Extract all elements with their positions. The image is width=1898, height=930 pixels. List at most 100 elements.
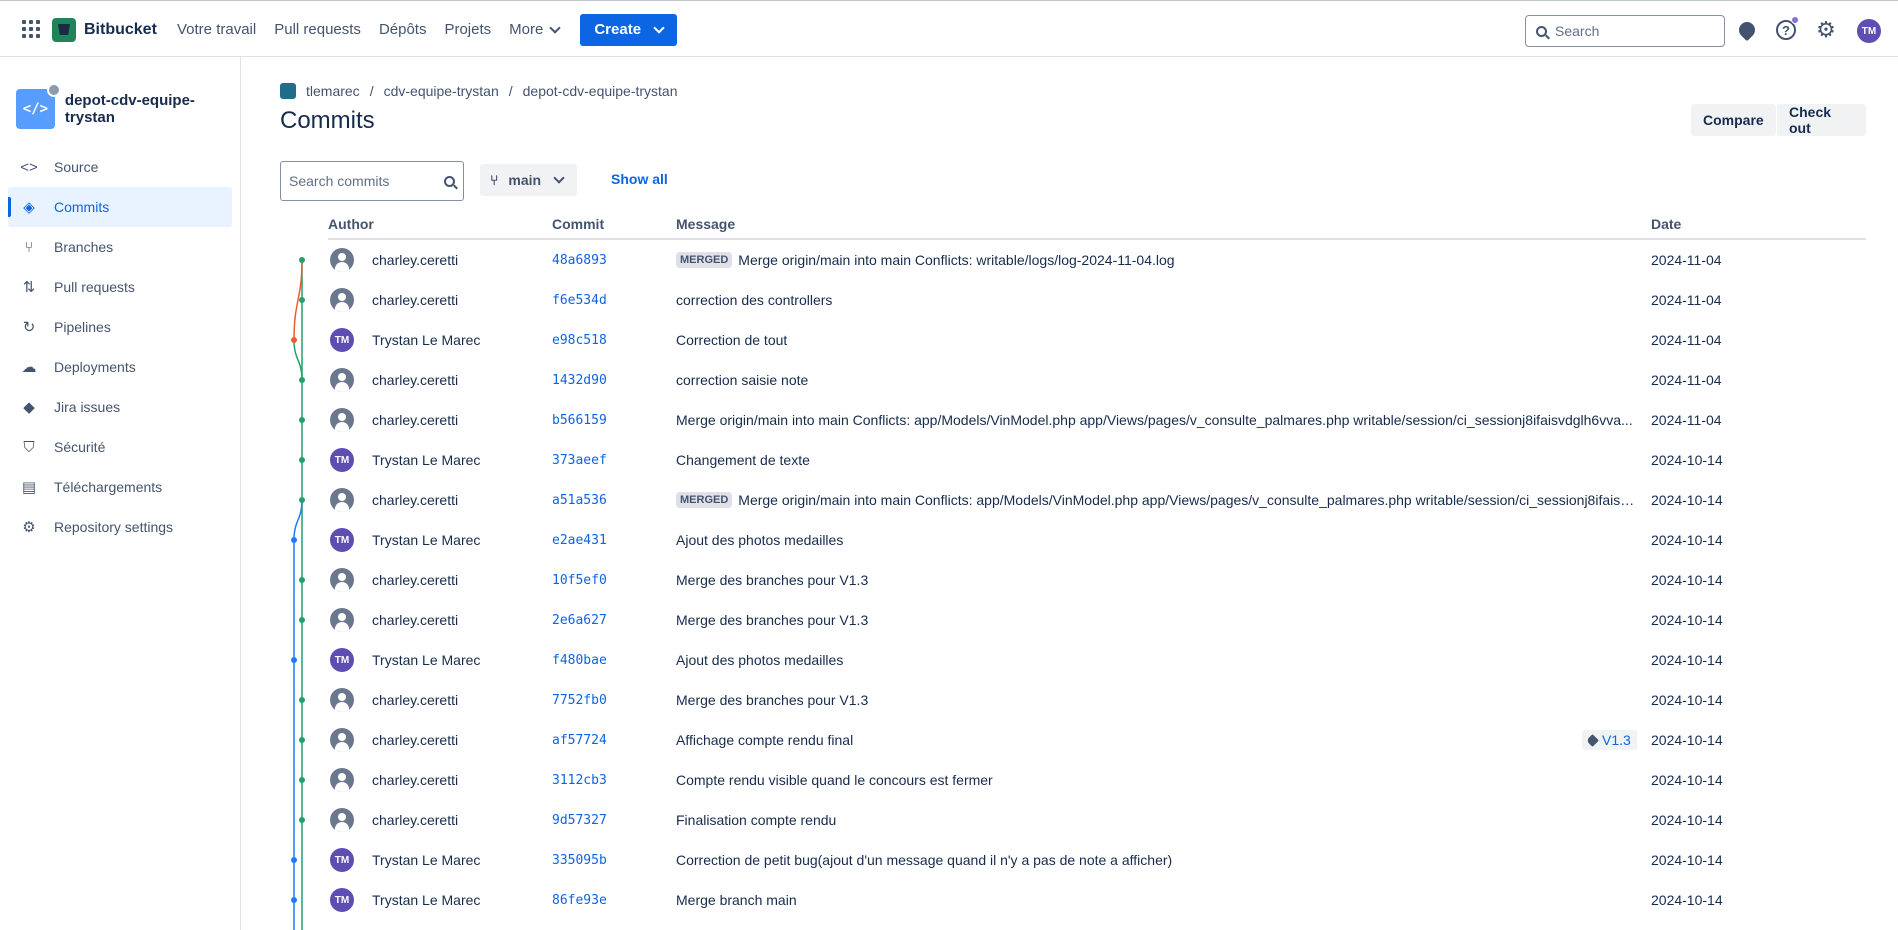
default-avatar-icon — [330, 568, 354, 592]
search-icon — [444, 175, 455, 187]
commit-author: charley.ceretti — [372, 572, 459, 588]
commit-hash-link[interactable]: f480bae — [552, 640, 662, 680]
table-row[interactable]: TM Trystan Le Marec 373aeef Changement de t… — [280, 440, 1866, 480]
author-avatar-cell: TM — [330, 440, 354, 480]
settings-button[interactable]: ⚙ — [1814, 18, 1838, 42]
commit-author: charley.ceretti — [372, 372, 459, 388]
commit-message: Affichage compte rendu final — [676, 732, 854, 748]
header-message: Message — [676, 216, 736, 232]
commit-date: 2024-10-14 — [1651, 492, 1723, 508]
table-row[interactable]: charley.ceretti 7752fb0 Merge des branches… — [280, 680, 1866, 720]
breadcrumb-workspace[interactable]: tlemarec — [306, 83, 360, 99]
commit-author: Trystan Le Marec — [372, 452, 481, 468]
commit-hash-link[interactable]: 3112cb3 — [552, 760, 662, 800]
author-avatar-cell — [330, 360, 354, 400]
table-row[interactable]: charley.ceretti 9d57327 Finalisation compt… — [280, 800, 1866, 840]
show-all-link[interactable]: Show all — [611, 171, 668, 187]
repository-header[interactable]: </> depot-cdv-equipe-trystan — [16, 83, 240, 129]
shield-icon: ⛉ — [23, 438, 35, 456]
breadcrumb-project[interactable]: cdv-equipe-trystan — [384, 83, 499, 99]
sidebar-item-commits[interactable]: ◈ Commits — [8, 187, 232, 227]
sidebar-item-branches[interactable]: ⑂ Branches — [8, 227, 232, 267]
commit-hash-link[interactable]: a51a536 — [552, 480, 662, 520]
commit-hash-link[interactable]: 1432d90 — [552, 360, 662, 400]
table-row[interactable]: charley.ceretti a51a536 MERGED Merge origin… — [280, 480, 1866, 520]
commit-hash-link[interactable]: af57724 — [552, 720, 662, 760]
table-row[interactable]: charley.ceretti 48a6893 MERGED Merge origin… — [280, 240, 1866, 280]
commit-date: 2024-10-14 — [1651, 772, 1723, 788]
nav-depots[interactable]: Dépôts — [370, 14, 436, 46]
user-avatar[interactable]: TM — [1857, 19, 1881, 43]
commit-hash-link[interactable]: 335095b — [552, 840, 662, 880]
sidebar-item-jira-issues[interactable]: ◆ Jira issues — [8, 387, 232, 427]
commit-hash-link[interactable]: 86fe93e — [552, 880, 662, 920]
commit-message: Merge des branches pour V1.3 — [676, 572, 869, 588]
commit-date: 2024-10-14 — [1651, 452, 1723, 468]
notifications-icon[interactable] — [1735, 18, 1759, 42]
table-row[interactable]: TM Trystan Le Marec e2ae431 Ajout des photo… — [280, 520, 1866, 560]
commit-hash-link[interactable]: e98c518 — [552, 320, 662, 360]
table-row[interactable]: charley.ceretti 1432d90 correction saisie … — [280, 360, 1866, 400]
table-row[interactable]: charley.ceretti 3112cb3 Compte rendu visib… — [280, 760, 1866, 800]
global-search-input[interactable]: Search — [1525, 15, 1725, 47]
table-row[interactable]: TM Trystan Le Marec 335095b Correction de p… — [280, 840, 1866, 880]
help-button[interactable]: ? — [1774, 16, 1799, 42]
tag-badge[interactable]: V1.3 — [1582, 730, 1637, 750]
table-row[interactable]: TM Trystan Le Marec e98c518 Correction de t… — [280, 320, 1866, 360]
commit-date: 2024-11-04 — [1651, 252, 1722, 268]
commit-hash-link[interactable]: e2ae431 — [552, 520, 662, 560]
commit-hash-link[interactable]: 373aeef — [552, 440, 662, 480]
sidebar-item-label: Pipelines — [54, 319, 111, 335]
commit-hash-link[interactable]: 10f5ef0 — [552, 560, 662, 600]
table-row[interactable]: charley.ceretti af57724 Affichage compte r… — [280, 720, 1866, 760]
default-avatar-icon — [330, 488, 354, 512]
nav-projets[interactable]: Projets — [435, 14, 500, 46]
commit-hash-link[interactable]: 48a6893 — [552, 240, 662, 280]
branch-selector[interactable]: ⑂ main — [480, 164, 578, 196]
table-row[interactable]: charley.ceretti f6e534d correction des con… — [280, 280, 1866, 320]
checkout-button[interactable]: Check out — [1777, 104, 1866, 136]
commit-hash-link[interactable]: b566159 — [552, 400, 662, 440]
search-commits-input[interactable]: Search commits — [280, 161, 464, 201]
product-name: Bitbucket — [84, 21, 157, 38]
commit-hash-link[interactable]: 9d57327 — [552, 800, 662, 840]
nav-votre-travail[interactable]: Votre travail — [168, 14, 265, 46]
repository-name: depot-cdv-equipe-trystan — [64, 92, 195, 126]
commit-message-cell: Ajout des photos medailles — [676, 520, 1636, 560]
table-row[interactable]: charley.ceretti b566159 Merge origin/main … — [280, 400, 1866, 440]
default-avatar-icon — [330, 728, 354, 752]
merged-badge: MERGED — [676, 492, 733, 508]
sidebar-item-source[interactable]: <> Source — [8, 147, 232, 187]
compare-button[interactable]: Compare — [1691, 104, 1776, 136]
sidebar-item-pipelines[interactable]: ↻ Pipelines — [8, 307, 232, 347]
commit-hash-link[interactable]: f6e534d — [552, 280, 662, 320]
sidebar-item-pull-requests[interactable]: ⇅ Pull requests — [8, 267, 232, 307]
commit-hash-link[interactable]: 2e6a627 — [552, 600, 662, 640]
table-row[interactable]: TM Trystan Le Marec f480bae Ajout des photo… — [280, 640, 1866, 680]
commit-hash-link[interactable]: 7752fb0 — [552, 680, 662, 720]
sidebar-item-téléchargements[interactable]: ▤ Téléchargements — [8, 467, 232, 507]
nav-more[interactable]: More — [500, 14, 568, 46]
table-row[interactable]: TM Trystan Le Marec 86fe93e Merge branch ma… — [280, 880, 1866, 920]
commit-message-cell: Merge origin/main into main Conflicts: a… — [676, 400, 1636, 440]
bitbucket-logo[interactable]: Bitbucket — [52, 18, 157, 42]
app-switcher-icon[interactable] — [20, 18, 40, 38]
commit-message: Merge origin/main into main Conflicts: a… — [738, 492, 1636, 508]
sidebar-item-label: Commits — [54, 199, 110, 215]
commit-message: Merge branch main — [676, 892, 797, 908]
sidebar-item-sécurité[interactable]: ⛉ Sécurité — [8, 427, 232, 467]
commit-message-cell: Merge des branches pour V1.3 — [676, 560, 1636, 600]
author-avatar-cell — [330, 600, 354, 640]
breadcrumb-repository[interactable]: depot-cdv-equipe-trystan — [523, 83, 678, 99]
sidebar-item-deployments[interactable]: ☁ Deployments — [8, 347, 232, 387]
nav-pull-requests[interactable]: Pull requests — [265, 14, 370, 46]
create-button[interactable]: Create — [580, 13, 678, 46]
commit-author: charley.ceretti — [372, 812, 459, 828]
sidebar-item-label: Deployments — [54, 359, 136, 375]
table-row[interactable]: charley.ceretti 10f5ef0 Merge des branches… — [280, 560, 1866, 600]
table-row[interactable]: charley.ceretti 2e6a627 Merge des branches… — [280, 600, 1866, 640]
sidebar-item-repository-settings[interactable]: ⚙ Repository settings — [8, 507, 232, 547]
commit-message: Merge des branches pour V1.3 — [676, 612, 869, 628]
code-icon: </> — [22, 101, 49, 117]
commit-message: Merge origin/main into main Conflicts: a… — [676, 412, 1633, 428]
